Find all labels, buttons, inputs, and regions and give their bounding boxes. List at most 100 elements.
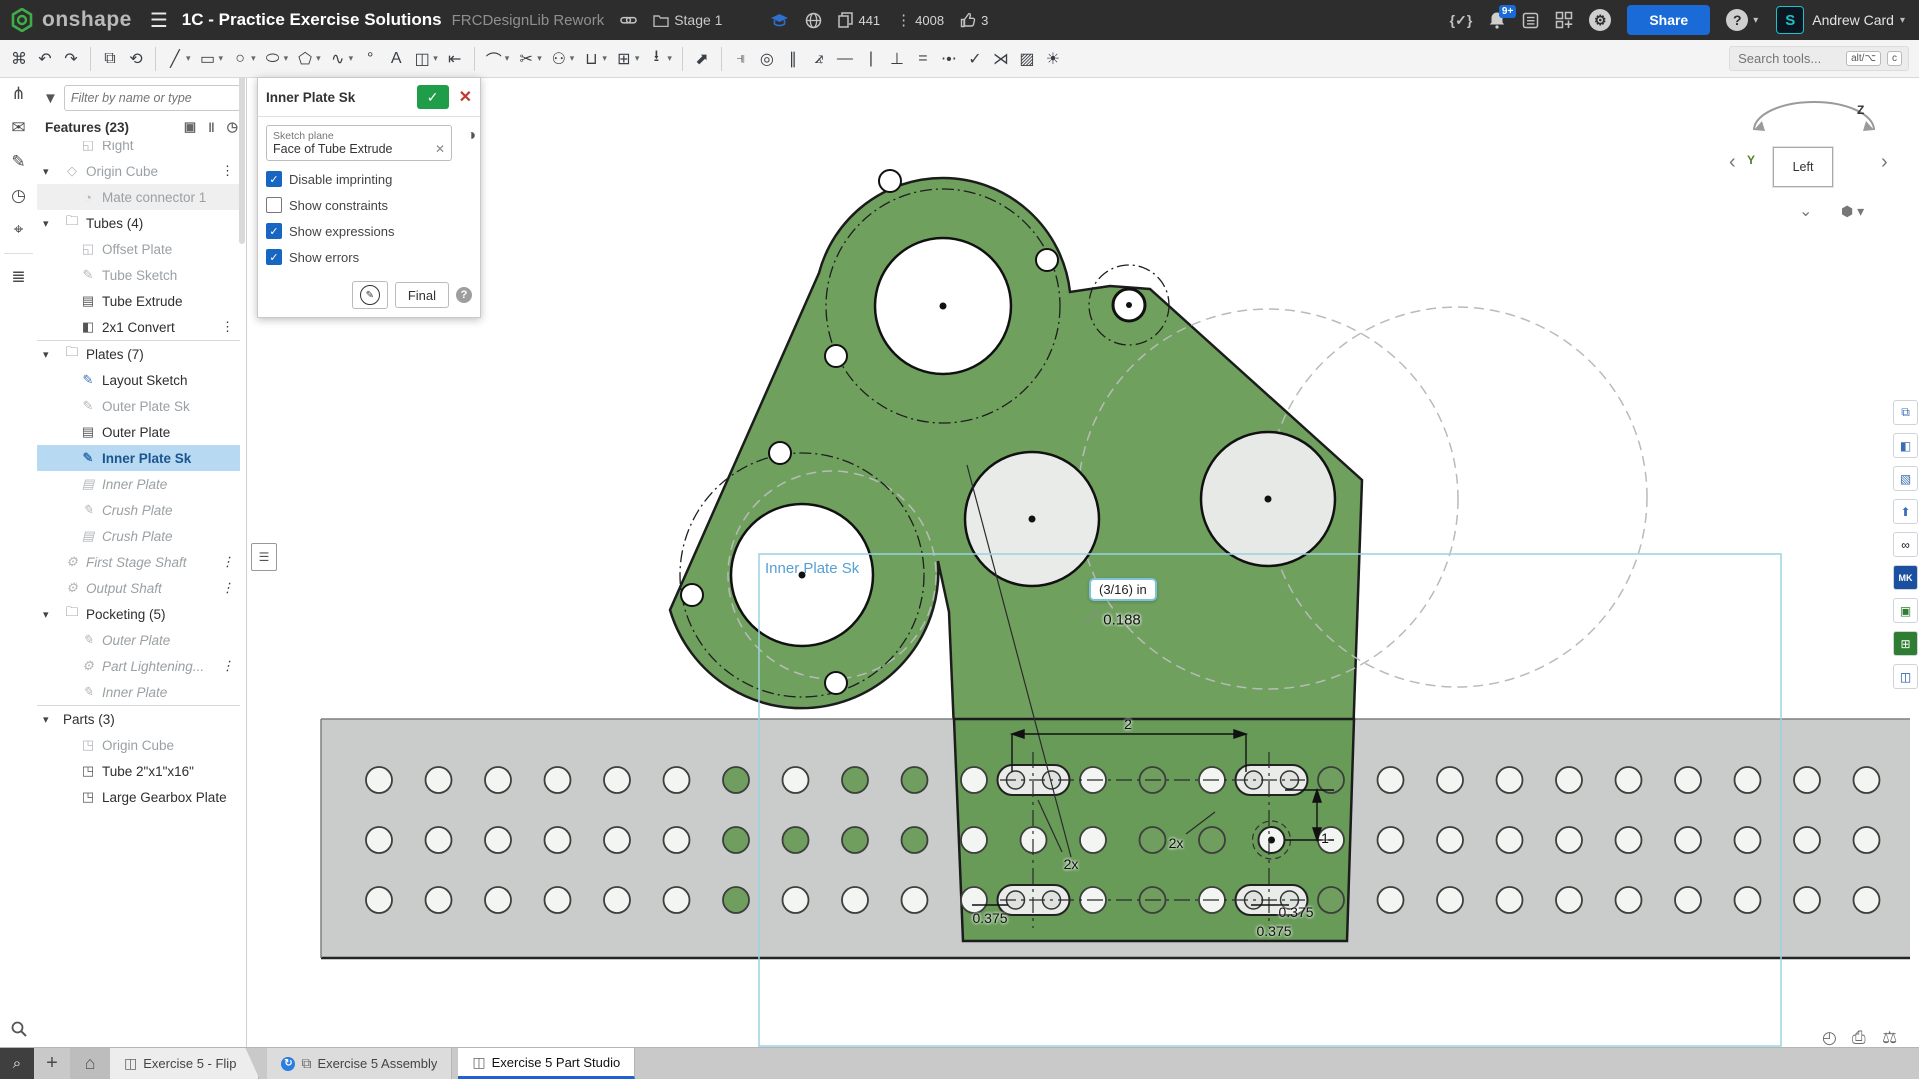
feature-item-tube-sketch[interactable]: ✎Tube Sketch <box>37 262 240 288</box>
suspend-icon[interactable]: ‖ <box>208 120 214 135</box>
mk-app-icon[interactable]: MK <box>1893 565 1918 590</box>
sheet-app-icon[interactable]: ⊞ <box>1893 631 1918 656</box>
tube-hole[interactable] <box>842 767 868 793</box>
checkbox-box[interactable] <box>266 197 282 213</box>
checkbox-disable-imprinting[interactable]: ✓Disable imprinting <box>266 171 472 187</box>
normal-constraint-icon[interactable]: ☀ <box>1040 44 1066 74</box>
expand-caret-icon[interactable]: ▾ <box>43 348 49 361</box>
tube-hole[interactable] <box>1616 827 1642 853</box>
fix-constraint-icon[interactable]: ▨ <box>1014 44 1040 74</box>
tube-hole[interactable] <box>1675 827 1701 853</box>
expand-caret-icon[interactable]: ▾ <box>43 608 49 621</box>
slot-tool-icon[interactable]: ⊔▾ <box>578 44 611 74</box>
new-tab-button[interactable]: + <box>34 1048 70 1079</box>
tube-hole[interactable] <box>723 887 749 913</box>
dimension-label[interactable]: 0.375 <box>972 910 1007 926</box>
rollback-clock-icon[interactable]: ◷ <box>227 119 238 135</box>
tube-hole[interactable] <box>485 887 511 913</box>
sketch-plane-field[interactable]: Sketch plane Face of Tube Extrude ✕ <box>266 125 452 161</box>
document-menu-icon[interactable]: ☰ <box>150 8 168 33</box>
tube-hole[interactable] <box>1556 767 1582 793</box>
tube-hole[interactable] <box>1318 767 1344 793</box>
tube-hole[interactable] <box>783 887 809 913</box>
use-icon[interactable]: ⟲ <box>123 44 149 74</box>
tube-hole[interactable] <box>426 887 452 913</box>
polygon-tool-icon[interactable]: ⬠▾ <box>292 44 325 74</box>
feature-item-tubes-4-[interactable]: ▾🗀Tubes (4) <box>37 210 240 236</box>
perpendicular-constraint-icon[interactable]: ⊥ <box>884 44 910 74</box>
tube-hole[interactable] <box>1437 887 1463 913</box>
tube-hole[interactable] <box>1497 767 1523 793</box>
link-icon[interactable] <box>620 13 637 27</box>
apps-grid-icon[interactable] <box>1555 11 1573 29</box>
expand-caret-icon[interactable]: ▾ <box>43 217 49 230</box>
feature-item-inner-plate[interactable]: ✎Inner Plate <box>37 679 240 705</box>
display-states-icon[interactable]: ◧ <box>1893 433 1918 458</box>
tube-hole[interactable] <box>1794 887 1820 913</box>
slides-app-icon[interactable]: ▣ <box>1893 598 1918 623</box>
tube-hole[interactable] <box>1735 887 1761 913</box>
fillet-tool-icon[interactable]: ⌒▾ <box>481 44 514 74</box>
checklist-icon[interactable]: ≣ <box>0 260 37 294</box>
filter-icon[interactable]: ▼ <box>43 90 58 107</box>
tube-hole[interactable] <box>1794 827 1820 853</box>
point-tool-icon[interactable]: ° <box>357 44 383 74</box>
tube-hole[interactable] <box>1378 767 1404 793</box>
likes-stat[interactable]: 3 <box>960 12 988 28</box>
feature-item-tube-2-x1-x16-[interactable]: ◳Tube 2"x1"x16" <box>37 758 240 784</box>
tube-hole[interactable] <box>604 767 630 793</box>
tube-hole[interactable] <box>961 827 987 853</box>
learning-center-icon[interactable]: ⚙ <box>1589 9 1611 31</box>
dxf-import-icon[interactable]: ⭳▾ <box>643 44 676 74</box>
dimension-label[interactable]: 0.375 <box>1256 923 1291 939</box>
copies-stat[interactable]: 441 <box>838 12 880 28</box>
public-globe-icon[interactable] <box>805 12 822 29</box>
rotate-left-icon[interactable]: ‹ <box>1729 151 1736 174</box>
tube-hole[interactable] <box>1735 827 1761 853</box>
vertical-constraint-icon[interactable]: | <box>858 44 884 74</box>
parallel-constraint-icon[interactable]: ∥ <box>780 44 806 74</box>
tube-hole[interactable] <box>1497 827 1523 853</box>
doc-tab-exercise-5-part-studio[interactable]: ◫Exercise 5 Part Studio <box>458 1048 635 1079</box>
tube-hole[interactable] <box>426 827 452 853</box>
doc-tab-exercise-5-flip[interactable]: ◫Exercise 5 - Flip <box>110 1048 259 1079</box>
offset-tool-icon[interactable]: ⚇▾ <box>546 44 579 74</box>
tube-hole[interactable] <box>366 887 392 913</box>
edu-badge-icon[interactable] <box>770 13 789 27</box>
columns-app-icon[interactable]: ◫ <box>1893 664 1918 689</box>
feature-item-large-gearbox-plate[interactable]: ◳Large Gearbox Plate <box>37 784 240 810</box>
equal-constraint-icon[interactable]: = <box>910 44 936 74</box>
horizontal-constraint-icon[interactable]: — <box>832 44 858 74</box>
dialog-help-icon[interactable]: ? <box>456 287 472 303</box>
tube-hole[interactable] <box>1437 767 1463 793</box>
tube-hole[interactable] <box>604 827 630 853</box>
rotate-right-icon[interactable]: › <box>1881 151 1888 174</box>
tube-hole[interactable] <box>783 767 809 793</box>
tangent-constraint-icon[interactable]: ⦨ <box>806 44 832 74</box>
tube-hole[interactable] <box>1080 827 1106 853</box>
feature-item-parts-3-[interactable]: ▾Parts (3) <box>37 705 240 732</box>
tube-hole[interactable] <box>664 827 690 853</box>
feature-panel-scrollbar[interactable] <box>239 64 245 244</box>
tube-hole[interactable] <box>1140 827 1166 853</box>
new-folder-icon[interactable]: ▣ <box>184 119 196 135</box>
dialog-confirm-button[interactable]: ✓ <box>417 85 449 109</box>
view-face-label[interactable]: Left <box>1773 147 1833 187</box>
dimension-label[interactable]: 1 <box>1321 830 1329 846</box>
tube-hole[interactable] <box>1556 827 1582 853</box>
tube-hole[interactable] <box>545 827 571 853</box>
undo-icon[interactable]: ↶ <box>32 44 58 74</box>
print-icon[interactable]: ⎙ <box>1852 1028 1866 1048</box>
feature-item-part-lightening-[interactable]: ⚙Part Lightening...⋮ <box>37 653 240 679</box>
user-avatar[interactable]: S <box>1776 6 1804 34</box>
tube-hole[interactable] <box>842 887 868 913</box>
tube-hole[interactable] <box>723 827 749 853</box>
notifications-bell[interactable]: 9+ <box>1488 11 1506 29</box>
dimension-label[interactable]: 2 <box>1124 716 1132 732</box>
tube-hole[interactable] <box>1675 887 1701 913</box>
feature-item-inner-plate-sk[interactable]: ✎Inner Plate Sk <box>37 445 240 471</box>
search-tools[interactable]: alt/⌥ c <box>1729 46 1909 71</box>
checkbox-box[interactable]: ✓ <box>266 171 282 187</box>
tube-hole[interactable] <box>1497 887 1523 913</box>
circle-tool-icon[interactable]: ○▾ <box>227 44 260 74</box>
